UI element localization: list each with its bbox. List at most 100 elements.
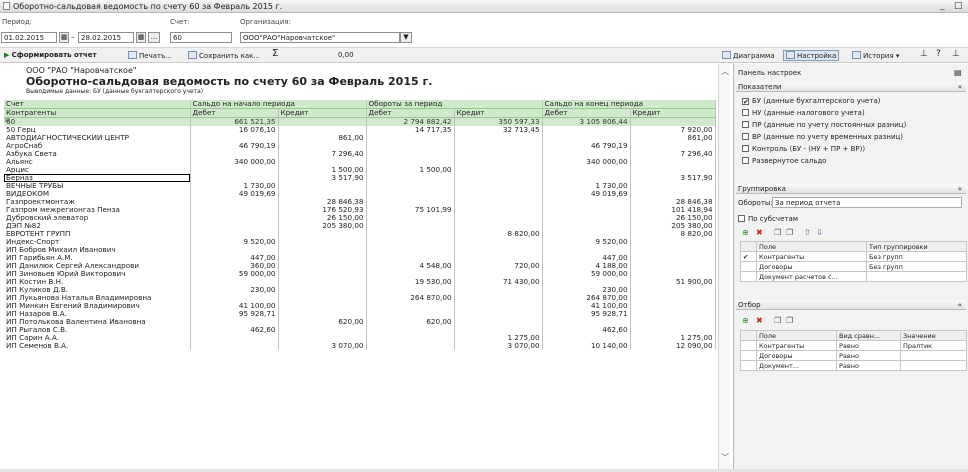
amount-cell[interactable]: 176 520,93 xyxy=(278,206,367,214)
amount-cell[interactable] xyxy=(190,334,279,342)
amount-cell[interactable] xyxy=(366,254,455,262)
amount-cell[interactable]: 230,00 xyxy=(542,286,631,294)
delete-icon[interactable]: ✖ xyxy=(756,228,763,237)
amount-cell[interactable] xyxy=(630,302,716,310)
amount-cell[interactable] xyxy=(366,334,455,342)
table-row[interactable]: ИП Сарин А.А. 1 275,00 1 275,00 xyxy=(4,334,716,342)
amount-cell[interactable]: 264 870,00 xyxy=(366,294,455,302)
chevron-up-icon[interactable]: ︿ xyxy=(721,66,729,77)
amount-cell[interactable] xyxy=(542,206,631,214)
amount-cell[interactable]: 447,00 xyxy=(542,254,631,262)
amount-cell[interactable] xyxy=(190,174,279,182)
amount-cell[interactable]: 340 000,00 xyxy=(542,158,631,166)
counterparty-cell[interactable]: Берназ xyxy=(4,174,191,182)
save-as-button[interactable]: Сохранить как... xyxy=(188,51,260,60)
amount-cell[interactable] xyxy=(454,222,543,230)
table-row[interactable]: АгроСнаб 46 790,19 46 790,19 xyxy=(4,142,716,150)
amount-cell[interactable] xyxy=(278,278,367,286)
table-row[interactable]: ИП Назаров В.А. 95 928,71 95 928,71 xyxy=(4,310,716,318)
amount-cell[interactable] xyxy=(454,270,543,278)
account-input[interactable]: 60 xyxy=(170,32,232,43)
amount-cell[interactable]: 620,00 xyxy=(278,318,367,326)
delete-icon[interactable]: ✖ xyxy=(756,316,763,325)
total-cell[interactable]: 3 105 806,44 xyxy=(542,117,631,126)
checkbox-icon[interactable] xyxy=(740,261,757,272)
table-row[interactable]: ИП Рыгалов С.В. 462,60 462,60 xyxy=(4,326,716,334)
amount-cell[interactable]: 59 000,00 xyxy=(542,270,631,278)
amount-cell[interactable] xyxy=(630,294,716,302)
amount-cell[interactable] xyxy=(630,166,716,174)
indicator-checkbox[interactable]: ПР (данные по учету постоянных разниц) xyxy=(742,121,906,129)
amount-cell[interactable]: 620,00 xyxy=(366,318,455,326)
table-row[interactable]: АВТОДИАГНОСТИЧЕСКИЙ ЦЕНТР 861,00 861,00 xyxy=(4,134,716,142)
indicator-checkbox[interactable]: ВР (данные по учету временных разниц) xyxy=(742,133,903,141)
filter-value[interactable]: Пралтик xyxy=(900,340,967,351)
account-cell[interactable]: 60 xyxy=(4,117,191,126)
amount-cell[interactable] xyxy=(278,286,367,294)
amount-cell[interactable] xyxy=(542,166,631,174)
table-row[interactable]: Дубровский элеватор 26 150,00 26 150,00 xyxy=(4,214,716,222)
grouping-field[interactable]: Контрагенты xyxy=(756,251,867,262)
counterparty-cell[interactable]: ВИДЕОКОМ xyxy=(4,190,191,198)
amount-cell[interactable] xyxy=(630,270,716,278)
amount-cell[interactable]: 1 730,00 xyxy=(190,182,279,190)
copy-icon[interactable]: ❐ xyxy=(774,316,781,325)
table-row[interactable]: ИП Бобров Михаил Иванович xyxy=(4,246,716,254)
amount-cell[interactable]: 1 500,00 xyxy=(366,166,455,174)
amount-cell[interactable] xyxy=(366,310,455,318)
table-row[interactable]: ИП Костин В.Н. 19 530,00 71 430,00 51 900,0… xyxy=(4,278,716,286)
table-row[interactable]: ЕВРОТЕНТ ГРУПП 8 820,00 8 820,00 xyxy=(4,230,716,238)
chevron-down-icon[interactable]: ▼ xyxy=(400,32,412,43)
period-select-button[interactable]: ... xyxy=(148,32,160,43)
amount-cell[interactable] xyxy=(366,326,455,334)
amount-cell[interactable] xyxy=(278,142,367,150)
amount-cell[interactable]: 10 140,00 xyxy=(542,342,631,350)
counterparty-cell[interactable]: АВТОДИАГНОСТИЧЕСКИЙ ЦЕНТР xyxy=(4,134,191,142)
table-row[interactable]: ИП Данилюк Сергей Александрови 360,00 4 54… xyxy=(4,262,716,270)
amount-cell[interactable] xyxy=(630,190,716,198)
amount-cell[interactable] xyxy=(366,214,455,222)
amount-cell[interactable]: 462,60 xyxy=(190,326,279,334)
counterparty-cell[interactable]: АгроСнаб xyxy=(4,142,191,150)
table-row[interactable]: Берназ 3 517,90 3 517,90 xyxy=(4,174,716,182)
table-row[interactable]: Арцис 1 500,00 1 500,00 xyxy=(4,166,716,174)
amount-cell[interactable]: 7 296,40 xyxy=(630,150,716,158)
amount-cell[interactable]: 447,00 xyxy=(190,254,279,262)
add-icon[interactable]: ⊕ xyxy=(742,316,749,325)
table-row[interactable]: ИП Семенов В.А. 3 070,00 3 070,00 10 140,00… xyxy=(4,342,716,350)
amount-cell[interactable]: 4 188,00 xyxy=(542,262,631,270)
panel-menu-icon[interactable]: ▤ xyxy=(954,68,962,77)
table-row[interactable]: 50 Герц 16 076,10 14 717,35 32 713,45 7 920,… xyxy=(4,126,716,134)
amount-cell[interactable]: 8 820,00 xyxy=(630,230,716,238)
table-row[interactable]: ИП Лукьянова Наталья Владимировна 264 870… xyxy=(4,294,716,302)
amount-cell[interactable] xyxy=(190,278,279,286)
amount-cell[interactable] xyxy=(454,182,543,190)
table-row[interactable]: ИП Потолькова Валентина Ивановна 620,00 62… xyxy=(4,318,716,326)
checkbox-icon[interactable] xyxy=(738,215,745,222)
amount-cell[interactable] xyxy=(542,278,631,286)
amount-cell[interactable] xyxy=(454,238,543,246)
amount-cell[interactable] xyxy=(278,246,367,254)
amount-cell[interactable]: 59 000,00 xyxy=(190,270,279,278)
counterparty-cell[interactable]: Индекс-Спорт xyxy=(4,238,191,246)
table-row[interactable]: Газпроектмонтаж 28 846,38 28 846,38 xyxy=(4,198,716,206)
amount-cell[interactable] xyxy=(190,166,279,174)
amount-cell[interactable] xyxy=(278,190,367,198)
amount-cell[interactable]: 3 517,90 xyxy=(278,174,367,182)
amount-cell[interactable] xyxy=(454,326,543,334)
amount-cell[interactable] xyxy=(542,222,631,230)
amount-cell[interactable]: 861,00 xyxy=(630,134,716,142)
amount-cell[interactable]: 101 418,94 xyxy=(630,206,716,214)
amount-cell[interactable] xyxy=(190,206,279,214)
amount-cell[interactable]: 205 380,00 xyxy=(278,222,367,230)
grouping-type[interactable]: Без групп xyxy=(866,251,967,262)
amount-cell[interactable]: 95 928,71 xyxy=(542,310,631,318)
checkbox-icon[interactable]: ✔ xyxy=(740,251,757,262)
counterparty-cell[interactable]: ВЕЧНЫЕ ТРУБЫ xyxy=(4,182,191,190)
amount-cell[interactable] xyxy=(190,246,279,254)
amount-cell[interactable] xyxy=(454,286,543,294)
maximize-button[interactable]: □ xyxy=(954,1,963,11)
table-row[interactable]: ДЭП №82 205 380,00 205 380,00 xyxy=(4,222,716,230)
amount-cell[interactable]: 205 380,00 xyxy=(630,222,716,230)
filter-comparison[interactable]: Равно xyxy=(836,350,901,361)
